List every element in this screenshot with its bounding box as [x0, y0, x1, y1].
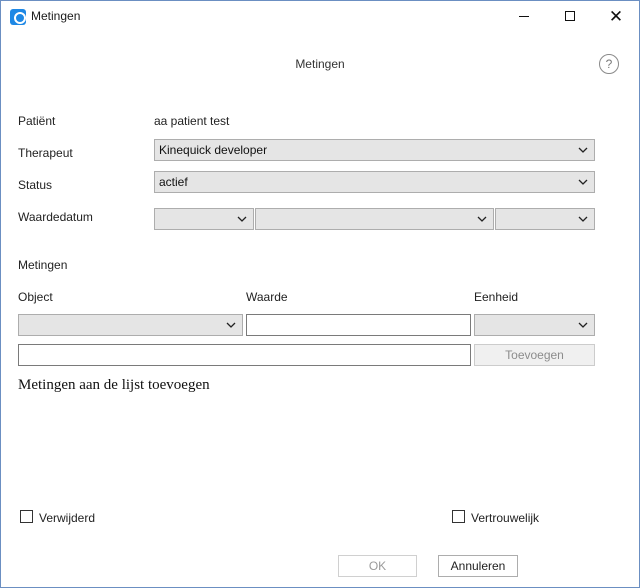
close-icon: ✕	[608, 6, 624, 26]
minimize-icon	[519, 15, 529, 17]
patient-value: aa patient test	[154, 114, 230, 128]
deleted-checkbox[interactable]	[20, 510, 33, 523]
chevron-down-icon	[237, 214, 247, 224]
page-title: Metingen	[295, 57, 345, 71]
unit-select[interactable]	[474, 314, 595, 336]
chevron-down-icon	[477, 214, 487, 224]
deleted-checkbox-label[interactable]: Verwijderd	[39, 511, 95, 525]
close-button[interactable]: ✕	[593, 1, 639, 31]
date-year-select[interactable]	[495, 208, 595, 230]
chevron-down-icon	[578, 145, 588, 155]
value-input[interactable]	[246, 314, 471, 336]
value-date-label: Waardedatum	[18, 210, 93, 224]
object-select[interactable]	[18, 314, 243, 336]
empty-list-message: Metingen aan de lijst toevoegen	[18, 377, 210, 393]
chevron-down-icon	[226, 320, 236, 330]
maximize-button[interactable]	[547, 1, 593, 31]
minimize-button[interactable]	[501, 1, 547, 31]
title-bar[interactable]: Metingen ✕	[1, 1, 639, 31]
confidential-checkbox-label[interactable]: Vertrouwelijk	[471, 511, 539, 525]
app-logo-icon	[10, 9, 26, 25]
note-input[interactable]	[18, 344, 471, 366]
maximize-icon	[565, 11, 575, 21]
therapist-select-value: Kinequick developer	[159, 143, 268, 157]
value-column-label: Waarde	[246, 290, 288, 304]
window-title: Metingen	[31, 9, 81, 23]
date-month-select[interactable]	[255, 208, 494, 230]
status-select[interactable]: actief	[154, 171, 595, 193]
status-label: Status	[18, 178, 53, 192]
object-column-label: Object	[18, 290, 53, 304]
therapist-select[interactable]: Kinequick developer	[154, 139, 595, 161]
dialog-window: Metingen ✕ Metingen ? Patiënt aa patient…	[0, 0, 640, 588]
chevron-down-icon	[578, 214, 588, 224]
unit-column-label: Eenheid	[474, 290, 519, 304]
confidential-checkbox[interactable]	[452, 510, 465, 523]
measurements-section-label: Metingen	[18, 258, 68, 272]
patient-label: Patiënt	[18, 114, 56, 128]
therapist-label: Therapeut	[18, 146, 73, 160]
ok-button[interactable]: OK	[338, 555, 417, 577]
chevron-down-icon	[578, 320, 588, 330]
date-day-select[interactable]	[154, 208, 254, 230]
status-select-value: actief	[159, 175, 188, 189]
cancel-button[interactable]: Annuleren	[438, 555, 518, 577]
add-measurement-button[interactable]: Toevoegen	[474, 344, 595, 366]
help-icon[interactable]: ?	[599, 54, 619, 74]
chevron-down-icon	[578, 177, 588, 187]
